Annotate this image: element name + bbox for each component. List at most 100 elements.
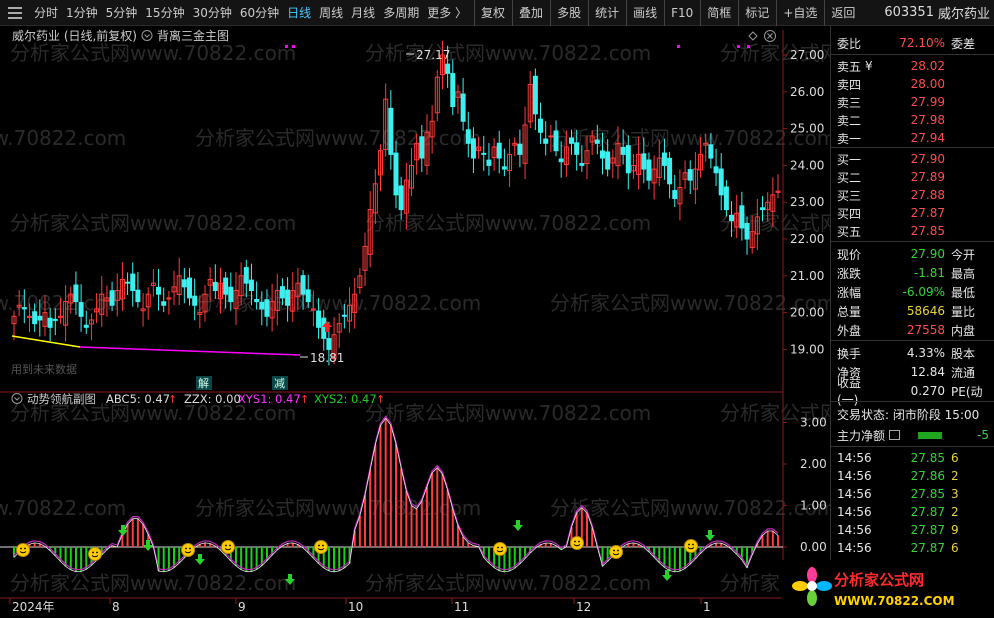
candle-body [532, 75, 538, 115]
toolbar-action[interactable]: 复权 [474, 0, 509, 26]
smiley-eye [501, 546, 503, 549]
tick-row: 14:56 27.85 3 [831, 485, 991, 503]
tick-volume: 2 [951, 469, 959, 483]
stat-label: 涨幅 [837, 285, 862, 300]
weibi-label: 委比 [837, 36, 862, 51]
tick-time: 14:56 [837, 505, 872, 519]
low-label: 18.81 [310, 351, 344, 365]
toolbar-action[interactable]: +自选 [776, 0, 821, 26]
magenta-dot [737, 45, 740, 48]
smiley-eye [225, 544, 227, 547]
stat-value: 58646 [906, 304, 945, 318]
buy-row: 买四 27.87 [831, 204, 991, 222]
up-arrow-icon: ↑ [168, 393, 177, 406]
stock-header: 603351 威尔药业 [880, 3, 994, 22]
tick-row: 14:56 27.85 6 [831, 449, 991, 467]
tick-volume: 9 [951, 523, 959, 537]
watermark-text: 分析家公式网www.70822.com [365, 211, 651, 235]
toolbar-action[interactable]: 返回 [824, 0, 859, 26]
candle-body [517, 143, 523, 155]
candle-body [73, 284, 79, 303]
close-x [767, 33, 773, 39]
candle-body [109, 290, 115, 306]
candle-body [599, 150, 605, 159]
stat2-row: 换手 4.33% 股本 [831, 344, 991, 362]
period-tab[interactable]: 更多 〉 [423, 0, 471, 26]
menu-icon[interactable] [0, 0, 30, 26]
buy-level: 买二 [837, 170, 862, 185]
toolbar-action[interactable]: 画线 [626, 0, 661, 26]
period-tab[interactable]: 日线 [283, 0, 315, 26]
tick-row: 14:56 27.86 2 [831, 467, 991, 485]
period-tab[interactable]: 5分钟 [102, 0, 142, 26]
smiley-eye [692, 543, 694, 546]
candle-body [398, 185, 404, 211]
candle-body [78, 302, 84, 317]
candle-body [192, 295, 198, 306]
price-tick: 24.00 [790, 158, 824, 172]
candle-body [279, 286, 285, 299]
stat2-row: 收益(一) 0.270 PE(动 [831, 376, 991, 407]
watermark-text: 分析家公式网www.70822.com [0, 496, 126, 520]
candle-body [243, 267, 249, 284]
candle-body [187, 277, 193, 299]
site-logo: 分析家公式网 WWW.70822.COM [782, 560, 994, 618]
toolbar-action[interactable]: 简框 [700, 0, 735, 26]
tick-volume: 2 [951, 505, 959, 519]
tick-volume: 6 [951, 541, 959, 555]
buy-level: 买五 [837, 224, 862, 239]
candle-body [465, 129, 471, 144]
watermark-text: 分析家公式网www.70822.com [195, 496, 481, 520]
tick-time: 14:56 [837, 541, 872, 555]
smiley-icon [221, 540, 235, 554]
buy-row: 买三 27.88 [831, 186, 991, 204]
candle-body [729, 214, 735, 222]
diamond-icon[interactable] [748, 31, 758, 41]
toolbar-action[interactable]: 标记 [738, 0, 773, 26]
candle-body [388, 107, 394, 155]
candle-body [254, 299, 260, 303]
period-tab[interactable]: 分时 [30, 0, 62, 26]
watermark-text: 分析家公式网www.70822.com [195, 126, 481, 150]
smiley-eye [613, 549, 615, 552]
tick-price: 27.85 [910, 487, 945, 501]
period-tab[interactable]: 1分钟 [62, 0, 102, 26]
period-tab[interactable]: 30分钟 [189, 0, 236, 26]
candle-body [569, 137, 575, 144]
price-tick: 21.00 [790, 269, 824, 283]
period-tab[interactable]: 60分钟 [236, 0, 283, 26]
toolbar-action[interactable]: 多股 [550, 0, 585, 26]
stat-label: 现价 [837, 247, 862, 262]
period-tab[interactable]: 月线 [347, 0, 379, 26]
candle-body [161, 301, 167, 306]
watermark-text: 分析家公式网www.70822.com [10, 41, 296, 65]
candle-body [641, 153, 647, 170]
candle-body [32, 311, 38, 325]
toolbar-action[interactable]: 统计 [588, 0, 623, 26]
x-label: 11 [454, 600, 469, 614]
sell-arrow-icon [662, 570, 672, 581]
period-tab[interactable]: 周线 [315, 0, 347, 26]
x-label: 9 [238, 600, 246, 614]
candle-body [300, 275, 306, 295]
main-net-row[interactable]: 主力净额 -5 [831, 426, 994, 444]
indicator-dropdown-icon[interactable] [141, 30, 153, 41]
list-icon[interactable] [889, 430, 901, 440]
smiley-eye [24, 547, 26, 550]
yuan-icon: ¥ [865, 59, 873, 73]
smiley-eye [574, 540, 576, 543]
chart-area[interactable]: 分析家公式网www.70822.com 分析家公式网www.70822.com 分析… [0, 26, 830, 618]
toolbar-action[interactable]: F10 [664, 0, 697, 26]
indicator-name: 背离三金主图 [157, 28, 229, 43]
period-tab[interactable]: 15分钟 [141, 0, 188, 26]
stat2-label2: 股本 [951, 346, 976, 361]
candle-body [125, 281, 131, 284]
magenta-dot [677, 45, 680, 48]
zzx-label: ZZX: 0.00 [184, 392, 241, 406]
period-tab[interactable]: 多周期 [379, 0, 423, 26]
candle-body [83, 324, 89, 328]
stat-label2: 最高 [951, 266, 976, 281]
candle-body [574, 142, 580, 155]
toolbar-action[interactable]: 叠加 [512, 0, 547, 26]
watermark-text: 分析家公式网www.70822.com [365, 41, 651, 65]
